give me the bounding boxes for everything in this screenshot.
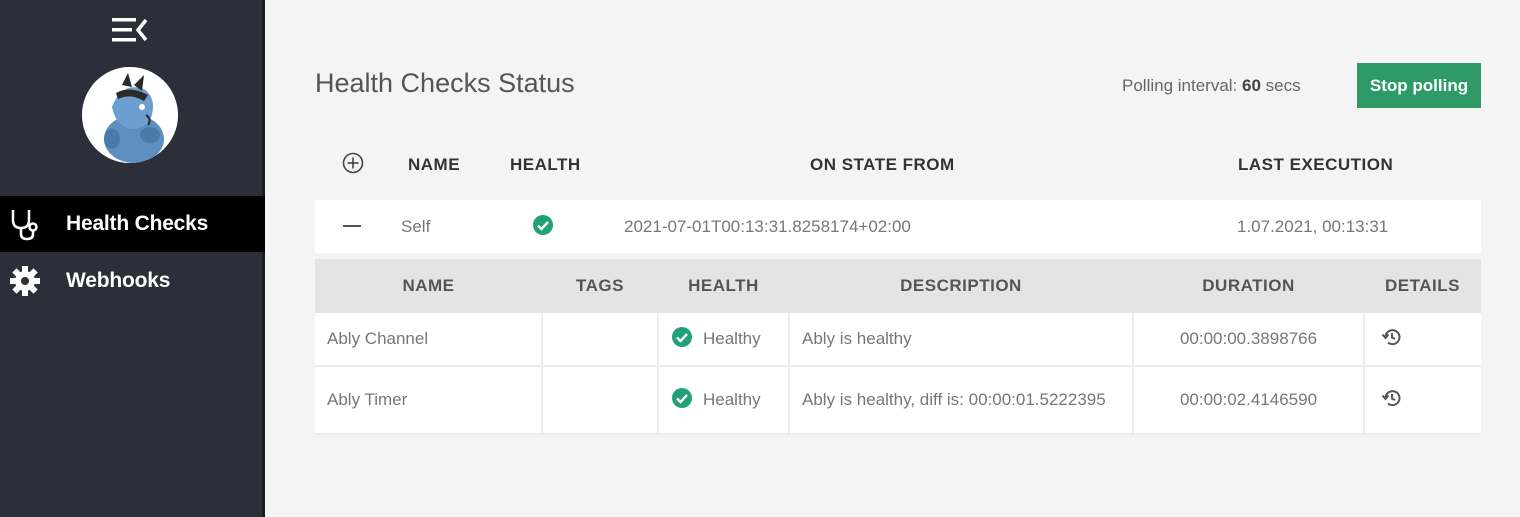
gear-icon	[6, 262, 44, 300]
health-status-text: Healthy	[703, 389, 761, 409]
entry-health: Healthy	[658, 313, 790, 367]
table-row[interactable]: Self 2021-07-01T00:13:31.8258174+02:00 1…	[315, 200, 1481, 253]
table-row: Ably Timer Healthy Ably is healthy, diff…	[315, 366, 1481, 435]
sidebar: Health Checks Webhooks	[0, 0, 265, 517]
entry-health: Healthy	[658, 366, 790, 435]
menu-collapse-icon[interactable]	[110, 14, 150, 46]
history-icon[interactable]	[1381, 387, 1403, 414]
column-header-on-state-from[interactable]: ON STATE FROM	[810, 155, 955, 175]
healthy-check-icon	[671, 326, 693, 353]
healthy-check-icon	[671, 387, 693, 414]
entry-details	[1364, 366, 1481, 435]
table-row: Ably Channel Healthy Ably is healthy 00:…	[315, 313, 1481, 367]
history-icon[interactable]	[1381, 326, 1403, 353]
sidebar-item-webhooks[interactable]: Webhooks	[0, 253, 265, 309]
polling-label: Polling interval:	[1122, 76, 1238, 95]
collapse-icon[interactable]	[343, 225, 361, 227]
column-header-details[interactable]: DETAILS	[1364, 259, 1481, 313]
column-header-last-execution[interactable]: LAST EXECUTION	[1238, 155, 1393, 175]
entry-details	[1364, 313, 1481, 367]
polling-value: 60	[1242, 76, 1261, 95]
entry-name: Ably Timer	[315, 366, 543, 435]
on-state-from: 2021-07-01T00:13:31.8258174+02:00	[624, 217, 911, 236]
check-name: Self	[401, 217, 431, 236]
polling-interval: Polling interval: 60 secs	[1122, 76, 1301, 96]
health-status-text: Healthy	[703, 328, 761, 348]
entry-duration: 00:00:02.4146590	[1133, 366, 1365, 435]
sidebar-item-label: Webhooks	[66, 269, 171, 292]
column-header-name[interactable]: NAME	[408, 155, 460, 175]
checks-table-header: NAME HEALTH ON STATE FROM LAST EXECUTION	[315, 145, 1481, 185]
polling-unit: secs	[1265, 76, 1301, 95]
page-title: Health Checks Status	[315, 68, 575, 98]
column-header-health[interactable]: HEALTH	[510, 155, 581, 175]
entry-name: Ably Channel	[315, 313, 543, 367]
last-execution: 1.07.2021, 00:13:31	[1237, 217, 1389, 236]
entry-description: Ably is healthy, diff is: 00:00:01.52223…	[789, 366, 1134, 435]
entry-tags	[542, 366, 659, 435]
column-header-health[interactable]: HEALTH	[658, 259, 789, 313]
entry-description: Ably is healthy	[789, 313, 1134, 367]
sidebar-item-label: Health Checks	[66, 212, 209, 235]
healthy-check-icon	[532, 214, 554, 241]
entry-duration: 00:00:00.3898766	[1133, 313, 1365, 367]
expand-all-icon[interactable]	[342, 152, 364, 174]
column-header-description[interactable]: DESCRIPTION	[789, 259, 1133, 313]
avatar	[82, 67, 178, 163]
stethoscope-icon	[6, 205, 44, 243]
column-header-tags[interactable]: TAGS	[542, 259, 658, 313]
column-header-duration[interactable]: DURATION	[1133, 259, 1364, 313]
entry-tags	[542, 313, 659, 367]
column-header-name[interactable]: NAME	[315, 259, 542, 313]
stop-polling-button[interactable]: Stop polling	[1357, 63, 1481, 108]
entries-table: NAME TAGS HEALTH DESCRIPTION DURATION DE…	[315, 259, 1481, 435]
entries-header-row: NAME TAGS HEALTH DESCRIPTION DURATION DE…	[315, 259, 1481, 313]
sidebar-item-health-checks[interactable]: Health Checks	[0, 196, 265, 252]
